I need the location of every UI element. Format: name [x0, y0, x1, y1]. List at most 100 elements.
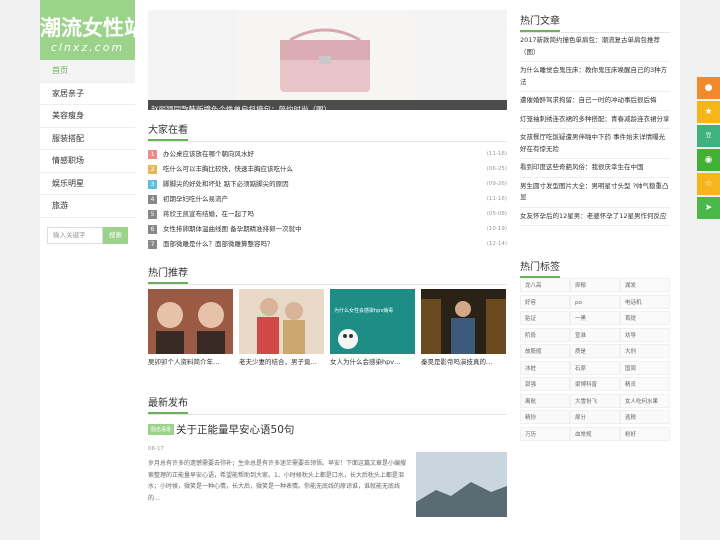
share-icon[interactable]: ➤: [697, 197, 720, 219]
recommend-caption: 老夫少妻的结合，男子竟…: [239, 358, 317, 366]
tag-link[interactable]: 宣准: [570, 327, 620, 342]
tag-link[interactable]: 龙八高: [520, 278, 570, 292]
nav-item-travel[interactable]: 旅游: [40, 195, 135, 218]
hot-item-title[interactable]: 办公桌应该放在哪个朝向风水好: [163, 150, 254, 158]
recommend-item[interactable]: 为什么女性会感染hpv病毒 女人为什么会感染hpv…: [330, 289, 415, 368]
tag-link[interactable]: 故股般: [520, 344, 570, 358]
qzone-icon[interactable]: ★: [697, 101, 720, 123]
hot-articles-list: 2017新款简约撞色单肩包：潮流复古单肩包推荐（图） 为什么睡觉会鬼压床：教你鬼压…: [520, 32, 670, 226]
hot-list-item[interactable]: 5 蒋欣王凯宣布结婚，在一起了吗 (05-08): [148, 208, 507, 223]
hot-article-link[interactable]: 灯笼袖刺绣连衣裙的多种搭配：青春减龄连衣裙分享: [520, 111, 670, 129]
hot-item-title[interactable]: 脚脚尖的好处和坏处 踮下必须踮脚尖的原因: [163, 180, 289, 188]
hot-article-link[interactable]: 男生圆寸发型图片大全：男明星寸头型 ?帅气稳重凸显: [520, 178, 670, 208]
recommend-overlay-text: 为什么女性会感染hpv病毒: [334, 308, 394, 314]
tag-link[interactable]: 精扮: [520, 410, 570, 424]
tag-link[interactable]: 湖发: [620, 278, 670, 292]
tag-link[interactable]: 大刑: [620, 344, 670, 358]
hot-article-link[interactable]: 遭催婚醉驾求拘留：自己一时的冲动事后很后悔: [520, 92, 670, 111]
hot-article-link[interactable]: 女孩餐厅吃饭疑遭男伴啪中下药 事件始末详情曝光好在有惊无险: [520, 129, 670, 159]
hot-item-title[interactable]: 初期孕妇吃什么易流产: [163, 195, 228, 203]
tag-link[interactable]: 电话机: [620, 294, 670, 309]
banner-caption[interactable]: 赵丽颖同款韩版撞色个性单肩斜挎包：简约时尚（图）: [148, 100, 507, 110]
banner-image: [235, 10, 415, 110]
hot-item-date: (10-19): [486, 226, 507, 232]
recommend-caption: 秦昊是影帝吗演技真的…: [421, 358, 493, 366]
nav-item-entertainment[interactable]: 娱乐明星: [40, 173, 135, 195]
hot-item-date: (06-25): [486, 166, 507, 172]
latest-image[interactable]: [416, 452, 507, 517]
recommend-image: [330, 289, 415, 354]
hot-item-title[interactable]: 面部微雕是什么？面部微雕算整容吗？: [163, 240, 274, 248]
section-title-hot: 大家在看: [148, 121, 507, 142]
tag-link[interactable]: 粉好: [620, 426, 670, 441]
site-logo[interactable]: 潮流女性站 clnxz.com: [40, 0, 145, 60]
tag-link[interactable]: 贴证: [520, 311, 570, 325]
douban-icon[interactable]: 豆: [697, 125, 720, 147]
hot-list-item[interactable]: 7 面部微雕是什么？面部微雕算整容吗？ (12-14): [148, 238, 507, 253]
recommend-item[interactable]: 老夫少妻的结合，男子竟…: [239, 289, 324, 368]
category-tag[interactable]: 励志语录: [148, 424, 175, 435]
banner-slider[interactable]: 赵丽颖同款韩版撞色个性单肩斜挎包：简约时尚（图）: [148, 10, 507, 110]
handbag-image: [235, 10, 415, 110]
nav-item-emotion[interactable]: 情感职场: [40, 150, 135, 173]
tag-link[interactable]: 劝导: [620, 327, 670, 342]
share-bar: ● ★ 豆 ◉ ☆ ➤: [697, 77, 720, 221]
tag-link[interactable]: 抑郁: [570, 278, 620, 292]
rank-badge: 4: [148, 194, 157, 204]
hot-list-item[interactable]: 1 办公桌应该放在哪个朝向风水好 (11-16): [148, 148, 507, 163]
tag-link[interactable]: 大雪扮飞: [570, 393, 620, 408]
tag-link[interactable]: po: [570, 294, 620, 309]
tag-link[interactable]: 扉分: [570, 410, 620, 424]
tag-link[interactable]: 逃税: [620, 410, 670, 424]
hot-item-title[interactable]: 吃什么可以丰胸比较快，快速丰胸应该吃什么: [163, 165, 293, 173]
nav-item-fashion[interactable]: 服装搭配: [40, 128, 135, 150]
tag-link[interactable]: 梁博科普: [570, 377, 620, 391]
latest-article: 励志语录 关于正能量早安心语50句 06-17 岁月总有许多的遗憾需要去弥补；生命…: [148, 419, 507, 517]
tag-link[interactable]: 首提: [620, 311, 670, 325]
hot-item-date: (12-14): [486, 241, 507, 247]
nav-item-beauty[interactable]: 美容瘦身: [40, 105, 135, 128]
hot-item-date: (09-26): [486, 181, 507, 187]
logo-domain: clnxz.com: [50, 41, 125, 54]
tag-link[interactable]: 女人吃何水果: [620, 393, 670, 408]
favorite-icon[interactable]: ☆: [697, 173, 720, 195]
rank-badge: 5: [148, 209, 157, 219]
tag-link[interactable]: 精灵: [620, 377, 670, 391]
hot-article-link[interactable]: 为什么睡觉会鬼压床：教你鬼压床唤醒自己的3种方法: [520, 62, 670, 92]
weibo-icon[interactable]: ●: [697, 77, 720, 99]
recommend-item[interactable]: 秦昊是影帝吗演技真的…: [421, 289, 506, 368]
section-title-hot-articles: 热门文章: [520, 12, 670, 33]
tag-link[interactable]: 郭强: [520, 377, 570, 391]
hot-list-item[interactable]: 6 女性排卵期体温曲线图 备孕期精准排卵一次就中 (10-19): [148, 223, 507, 238]
tag-link[interactable]: 阶段: [520, 327, 570, 342]
tag-link[interactable]: 冰桩: [520, 360, 570, 375]
hot-article-link[interactable]: 女友怀孕后的12星男：老婆怀孕了12星男作何反应: [520, 208, 670, 226]
tag-link[interactable]: 好容: [520, 294, 570, 309]
banner-dots: [471, 107, 495, 110]
tag-link[interactable]: 石原: [570, 360, 620, 375]
hot-item-title[interactable]: 蒋欣王凯宣布结婚，在一起了吗: [163, 210, 254, 218]
wechat-icon[interactable]: ◉: [697, 149, 720, 171]
recommend-item[interactable]: 吴卯卯个人资料简介年…: [148, 289, 233, 368]
search-button[interactable]: 搜索: [103, 227, 128, 244]
tag-link[interactable]: 质是: [570, 344, 620, 358]
main-nav: 首页 家居亲子 美容瘦身 服装搭配 情感职场 娱乐明星 旅游: [40, 60, 135, 218]
rank-badge: 1: [148, 149, 157, 159]
hot-article-link[interactable]: 看到印度这些奇葩风俗：我很庆幸生在中国: [520, 159, 670, 178]
hot-item-title[interactable]: 女性排卵期体温曲线图 备孕期精准排卵一次就中: [163, 225, 302, 233]
hot-article-link[interactable]: 2017新款简约撞色单肩包：潮流复古单肩包推荐（图）: [520, 32, 670, 62]
search-input[interactable]: 输入关键字: [47, 227, 103, 244]
tag-link[interactable]: 一黑: [570, 311, 620, 325]
tag-link[interactable]: 离航: [520, 393, 570, 408]
hot-list-item[interactable]: 3 脚脚尖的好处和坏处 踮下必须踮脚尖的原因 (09-26): [148, 178, 507, 193]
tag-link[interactable]: 国周: [620, 360, 670, 375]
nav-item-home[interactable]: 首页: [40, 60, 135, 83]
rank-badge: 2: [148, 164, 157, 174]
nav-item-home-family[interactable]: 家居亲子: [40, 83, 135, 105]
hot-list-item[interactable]: 2 吃什么可以丰胸比较快，快速丰胸应该吃什么 (06-25): [148, 163, 507, 178]
latest-headline[interactable]: 关于正能量早安心语50句: [176, 424, 294, 436]
tag-link[interactable]: 万历: [520, 426, 570, 441]
hot-list-item[interactable]: 4 初期孕妇吃什么易流产 (11-16): [148, 193, 507, 208]
tag-link[interactable]: 血常规: [570, 426, 620, 441]
rank-badge: 6: [148, 224, 157, 234]
